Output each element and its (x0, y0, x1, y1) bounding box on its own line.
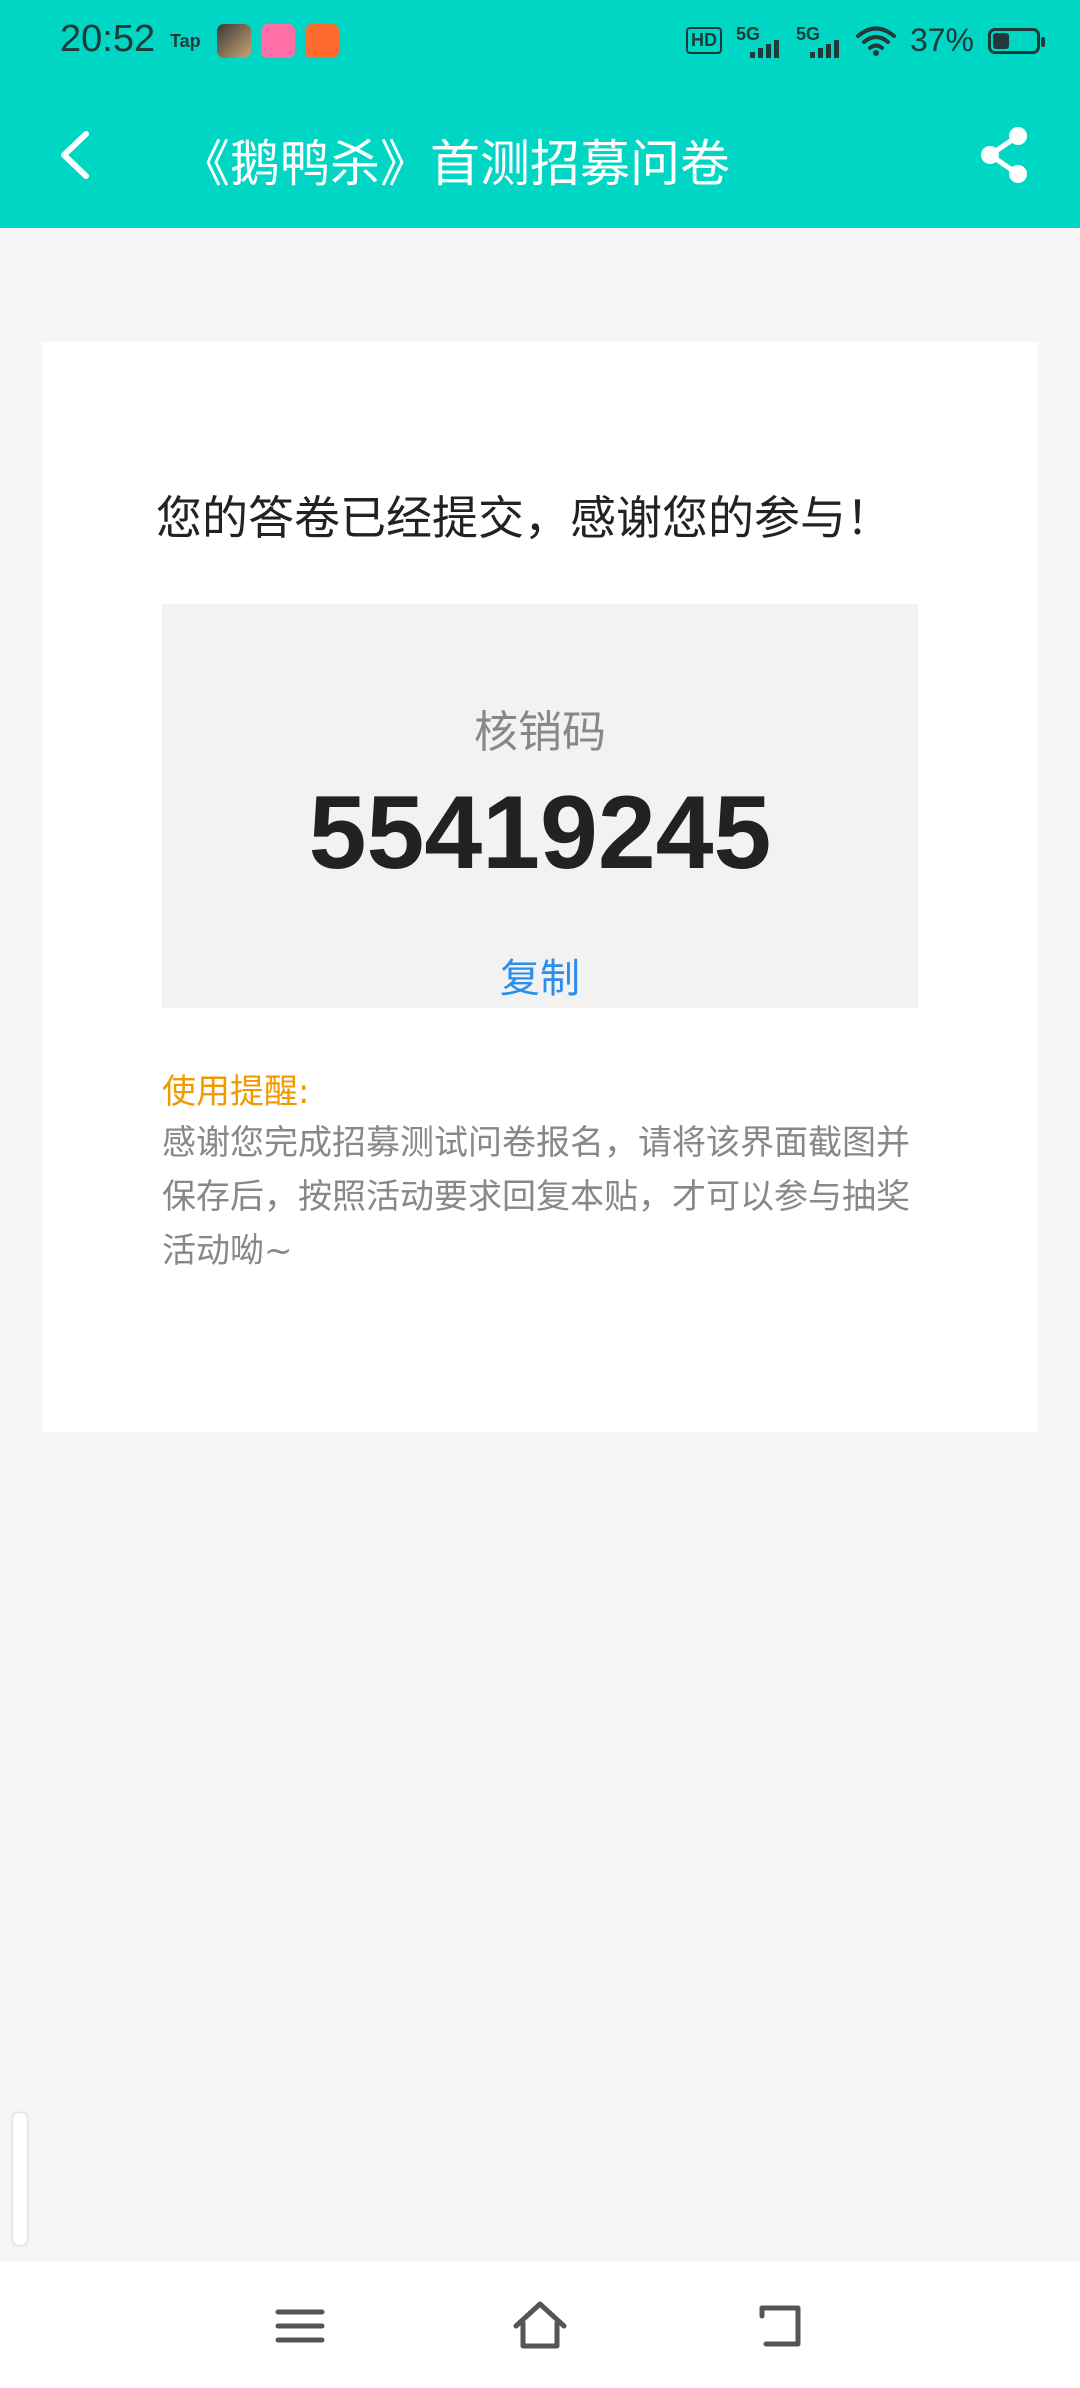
notification-icons: Tap (170, 24, 339, 58)
menu-icon[interactable] (270, 2296, 330, 2356)
verification-code-value: 55419245 (308, 775, 772, 891)
edge-swipe-handle[interactable] (12, 2112, 28, 2246)
hd-icon: HD (685, 27, 722, 54)
battery-level-fill (993, 32, 1009, 49)
back-icon[interactable] (750, 2296, 810, 2356)
status-time: 20:52 (60, 18, 156, 60)
battery-icon (988, 27, 1045, 54)
system-navigation-bar (0, 2262, 1080, 2388)
share-icon[interactable] (972, 122, 1036, 188)
verification-code-label: 核销码 (474, 707, 606, 758)
verification-code-box: 核销码 55419245 复制 (162, 604, 918, 1008)
home-icon[interactable] (510, 2296, 570, 2356)
usage-reminder-title: 使用提醒: (162, 1072, 310, 1112)
back-chevron-icon[interactable] (46, 122, 106, 188)
app-notification-icon (260, 24, 295, 58)
usage-reminder-text: 感谢您完成招募测试问卷报名，请将该界面截图并保存后，按照活动要求回复本贴，才可以… (162, 1123, 910, 1271)
tap-notification-icon: Tap (170, 30, 201, 51)
signal-icon: 5G (796, 24, 842, 58)
app-bar: 《鹅鸭杀》首测招募问卷 (0, 82, 1080, 228)
system-icons: HD 5G 5G 37% (685, 22, 1045, 59)
copy-code-button[interactable]: 复制 (490, 946, 590, 1004)
app-notification-icon (216, 24, 251, 58)
wifi-icon (855, 26, 896, 56)
app-notification-icon (304, 24, 339, 58)
submission-thanks-message: 您的答卷已经提交，感谢您的参与！ (156, 491, 892, 545)
battery-percentage: 37% (909, 22, 974, 58)
top-header: 20:52 Tap HD 5G 5G 37% 《鹅鸭杀》首测招募问卷 (0, 0, 1080, 228)
page-title: 《鹅鸭杀》首测招募问卷 (180, 135, 730, 193)
submission-result-card: 您的答卷已经提交，感谢您的参与！ 核销码 55419245 复制 使用提醒: 感… (42, 342, 1038, 1432)
signal-icon: 5G (736, 24, 782, 58)
status-bar: 20:52 Tap HD 5G 5G 37% (0, 0, 1080, 82)
